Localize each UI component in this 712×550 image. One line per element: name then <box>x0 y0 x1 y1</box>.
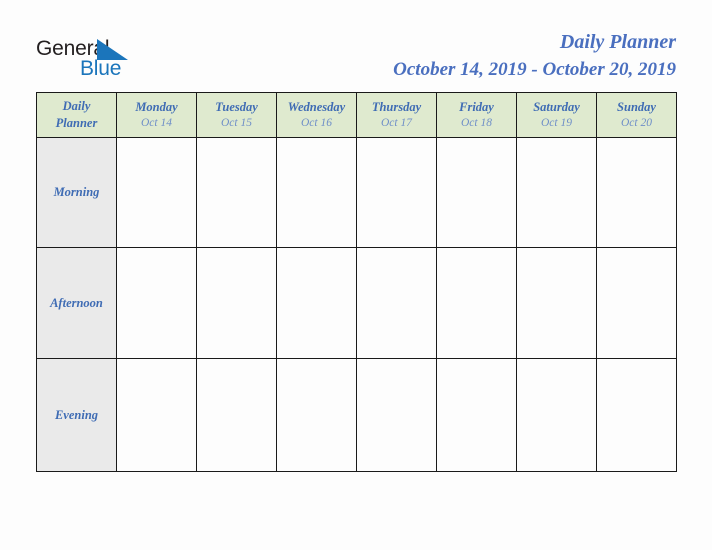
slot-evening-wednesday[interactable] <box>276 358 357 472</box>
day-name: Tuesday <box>215 99 258 114</box>
column-header-tuesday: Tuesday Oct 15 <box>196 92 277 138</box>
table-header-row: Daily Planner Monday Oct 14 Tuesday Oct … <box>36 92 677 138</box>
page-title: Daily Planner <box>559 31 676 53</box>
table-corner-header: Daily Planner <box>36 92 117 138</box>
period-label-morning: Morning <box>36 137 117 248</box>
slot-morning-friday[interactable] <box>436 137 517 248</box>
slot-morning-thursday[interactable] <box>356 137 437 248</box>
slot-afternoon-sunday[interactable] <box>596 247 677 359</box>
period-label-afternoon: Afternoon <box>36 247 117 359</box>
slot-morning-monday[interactable] <box>116 137 197 248</box>
slot-afternoon-thursday[interactable] <box>356 247 437 359</box>
slot-afternoon-wednesday[interactable] <box>276 247 357 359</box>
day-name: Wednesday <box>287 99 346 114</box>
column-header-wednesday: Wednesday Oct 16 <box>276 92 357 138</box>
table-row-morning: Morning <box>36 137 677 248</box>
slot-afternoon-tuesday[interactable] <box>196 247 277 359</box>
slot-morning-saturday[interactable] <box>516 137 597 248</box>
column-header-monday: Monday Oct 14 <box>116 92 197 138</box>
slot-afternoon-saturday[interactable] <box>516 247 597 359</box>
period-label-text: Morning <box>53 185 100 199</box>
slot-evening-saturday[interactable] <box>516 358 597 472</box>
brand-logo: General Blue <box>36 38 166 82</box>
slot-morning-wednesday[interactable] <box>276 137 357 248</box>
column-header-sunday: Sunday Oct 20 <box>596 92 677 138</box>
period-label-text: Evening <box>54 407 99 422</box>
daily-planner-table: Daily Planner Monday Oct 14 Tuesday Oct … <box>36 92 677 472</box>
slot-evening-friday[interactable] <box>436 358 517 472</box>
slot-evening-thursday[interactable] <box>356 358 437 472</box>
day-date: Oct 18 <box>461 116 492 129</box>
column-header-saturday: Saturday Oct 19 <box>516 92 597 138</box>
corner-title-line2: Planner <box>55 116 98 130</box>
day-date: Oct 14 <box>141 116 172 129</box>
title-block: Daily Planner October 14, 2019 - October… <box>393 30 676 83</box>
day-date: Oct 15 <box>221 116 252 129</box>
day-date: Oct 16 <box>301 116 332 129</box>
brand-name-blue: Blue <box>80 57 122 80</box>
day-name: Friday <box>459 99 494 114</box>
slot-evening-monday[interactable] <box>116 358 197 472</box>
day-date: Oct 20 <box>621 116 652 129</box>
date-range-label: October 14, 2019 - October 20, 2019 <box>393 59 676 80</box>
day-name: Thursday <box>371 99 422 114</box>
page-header: General Blue Daily Planner October 14, 2… <box>0 0 712 92</box>
period-label-evening: Evening <box>36 358 117 472</box>
slot-morning-tuesday[interactable] <box>196 137 277 248</box>
day-name: Monday <box>135 99 178 114</box>
corner-title-line1: Daily <box>62 99 91 114</box>
slot-afternoon-friday[interactable] <box>436 247 517 359</box>
day-date: Oct 19 <box>541 116 572 129</box>
column-header-friday: Friday Oct 18 <box>436 92 517 138</box>
slot-morning-sunday[interactable] <box>596 137 677 248</box>
day-name: Saturday <box>533 99 580 114</box>
table-row-evening: Evening <box>36 358 677 472</box>
day-date: Oct 17 <box>381 116 412 129</box>
period-label-text: Afternoon <box>50 295 103 310</box>
slot-evening-tuesday[interactable] <box>196 358 277 472</box>
slot-afternoon-monday[interactable] <box>116 247 197 359</box>
slot-evening-sunday[interactable] <box>596 358 677 472</box>
column-header-thursday: Thursday Oct 17 <box>356 92 437 138</box>
table-row-afternoon: Afternoon <box>36 247 677 359</box>
day-name: Sunday <box>617 99 656 114</box>
